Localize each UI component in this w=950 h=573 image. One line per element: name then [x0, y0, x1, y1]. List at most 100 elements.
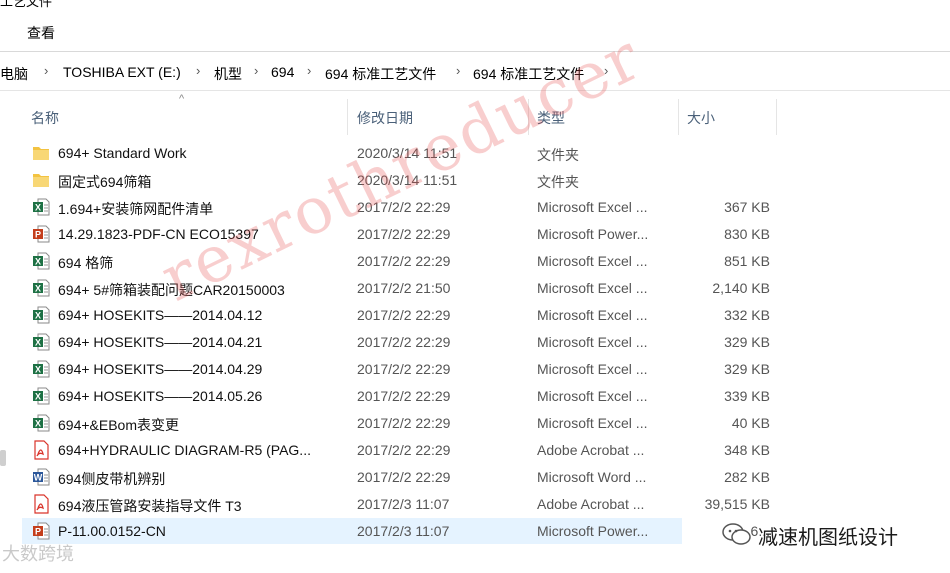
sort-ascending-icon: ^ [179, 93, 185, 105]
pdf-icon [32, 440, 50, 460]
file-row[interactable]: 固定式694筛箱 2020/3/14 11:51 文件夹 [22, 167, 950, 193]
chevron-right-icon[interactable]: › [254, 63, 258, 78]
file-size: 282 KB [724, 469, 770, 485]
file-type: Microsoft Excel ... [537, 307, 648, 323]
svg-text:P: P [35, 230, 41, 240]
file-row[interactable]: X 1.694+安装筛网配件清单 2017/2/2 22:29 Microsoft E… [22, 194, 950, 220]
file-row[interactable]: W 694侧皮带机辨别 2017/2/2 22:29 Microsoft Word .… [22, 464, 950, 490]
svg-text:X: X [35, 311, 41, 321]
excel-icon: X [32, 413, 50, 433]
folder-icon [32, 170, 50, 190]
file-row[interactable]: 694液压管路安装指导文件 T3 2017/2/3 11:07 Adobe Acro… [22, 491, 950, 517]
file-type: Microsoft Word ... [537, 469, 647, 485]
svg-text:X: X [35, 365, 41, 375]
file-row[interactable]: X 694+&EBom表变更 2017/2/2 22:29 Microsoft Exc… [22, 410, 950, 436]
excel-icon: X [32, 359, 50, 379]
file-row[interactable]: X 694+ HOSEKITS——2014.04.21 2017/2/2 22:29… [22, 329, 950, 355]
file-name: 694侧皮带机辨别 [58, 471, 166, 487]
address-bar[interactable]: 此电脑 › TOSHIBA EXT (E:) › 机型 › 694 › 694 … [0, 57, 950, 89]
file-name: 694+HYDRAULIC DIAGRAM-R5 (PAG... [58, 442, 311, 458]
excel-icon: X [32, 251, 50, 271]
wechat-icon [722, 523, 751, 545]
svg-text:X: X [35, 338, 41, 348]
file-size: 40 KB [731, 415, 770, 431]
excel-icon: X [32, 332, 50, 352]
svg-text:X: X [35, 284, 41, 294]
breadcrumb-drive[interactable]: TOSHIBA EXT (E:) [63, 64, 181, 80]
pdf-icon [32, 494, 50, 514]
file-size: 851 KB [724, 253, 770, 269]
column-size[interactable]: 大小 [687, 108, 715, 128]
svg-text:P: P [35, 527, 41, 537]
excel-icon: X [32, 197, 50, 217]
file-row[interactable]: P P-11.00.0152-CN 2017/2/3 11:07 Microsoft … [22, 518, 770, 544]
ribbon-divider [0, 51, 950, 52]
file-type: Microsoft Power... [537, 523, 649, 539]
column-name[interactable]: 名称 [31, 108, 59, 128]
file-row[interactable]: 694+HYDRAULIC DIAGRAM-R5 (PAG... 2017/2/2… [22, 437, 950, 463]
excel-icon: X [32, 305, 50, 325]
breadcrumb-this-pc[interactable]: 此电脑 [0, 64, 28, 84]
file-date: 2017/2/2 22:29 [357, 469, 451, 485]
window-header: 工艺文件 查看 [0, 0, 950, 52]
file-row[interactable]: X 694+ HOSEKITS——2014.04.12 2017/2/2 22:29… [22, 302, 950, 328]
file-size: 329 KB [724, 361, 770, 377]
file-date: 2017/2/2 22:29 [357, 442, 451, 458]
file-type: Microsoft Power... [537, 226, 649, 242]
powerpoint-icon: P [32, 224, 50, 244]
file-date: 2017/2/3 11:07 [357, 523, 450, 539]
file-name: 694+ HOSEKITS——2014.04.12 [58, 307, 263, 323]
file-name: 694+ HOSEKITS——2014.05.26 [58, 388, 263, 404]
file-type: Microsoft Excel ... [537, 415, 648, 431]
file-name: 694+ HOSEKITS——2014.04.29 [58, 361, 263, 377]
file-type: Adobe Acrobat ... [537, 496, 645, 512]
chevron-right-icon[interactable]: › [44, 63, 48, 78]
bottom-left-watermark: 大数跨境 [2, 544, 74, 564]
file-date: 2017/2/2 22:29 [357, 415, 451, 431]
column-divider[interactable] [678, 99, 679, 135]
chevron-right-icon[interactable]: › [456, 63, 460, 78]
file-name: 694+ Standard Work [58, 145, 187, 161]
file-size: 339 KB [724, 388, 770, 404]
svg-text:W: W [34, 473, 43, 483]
file-name: 694+ HOSEKITS——2014.04.21 [58, 334, 263, 350]
svg-text:X: X [35, 257, 41, 267]
file-size: 329 KB [724, 334, 770, 350]
file-date: 2017/2/3 11:07 [357, 496, 450, 512]
svg-text:X: X [35, 419, 41, 429]
file-size: 39,515 KB [704, 496, 770, 512]
file-type: Microsoft Excel ... [537, 253, 648, 269]
svg-text:X: X [35, 392, 41, 402]
file-type: Microsoft Excel ... [537, 280, 648, 296]
file-type: Microsoft Excel ... [537, 361, 648, 377]
column-divider[interactable] [776, 99, 777, 135]
file-type: 文件夹 [537, 174, 579, 190]
file-name: P-11.00.0152-CN [58, 523, 166, 539]
svg-text:X: X [35, 203, 41, 213]
file-row[interactable]: X 694+ HOSEKITS——2014.05.26 2017/2/2 22:29… [22, 383, 950, 409]
column-divider[interactable] [347, 99, 348, 135]
file-row[interactable]: X 694+ 5#筛箱装配问题CAR20150003 2017/2/2 21:50 M… [22, 275, 950, 301]
breadcrumb-standard-docs[interactable]: 694 标准工艺文件 [325, 64, 436, 84]
folder-icon [32, 143, 50, 163]
file-row[interactable]: X 694+ HOSEKITS——2014.04.29 2017/2/2 22:29… [22, 356, 950, 382]
file-date: 2017/2/2 21:50 [357, 280, 451, 296]
chevron-right-icon[interactable]: › [307, 63, 311, 78]
breadcrumb-694[interactable]: 694 [271, 64, 294, 80]
file-size: 2,140 KB [712, 280, 770, 296]
file-date: 2017/2/2 22:29 [357, 253, 451, 269]
bottom-right-watermark: 减速机图纸设计 [712, 517, 927, 551]
breadcrumb-model[interactable]: 机型 [214, 64, 242, 84]
ribbon-tab-view[interactable]: 查看 [27, 23, 55, 43]
file-date: 2017/2/2 22:29 [357, 334, 451, 350]
bottom-right-watermark-text: 减速机图纸设计 [758, 527, 898, 549]
file-type: Microsoft Excel ... [537, 388, 648, 404]
chevron-right-icon[interactable]: › [196, 63, 200, 78]
file-name: 694液压管路安装指导文件 T3 [58, 498, 242, 514]
file-size: 367 KB [724, 199, 770, 215]
file-date: 2017/2/2 22:29 [357, 361, 451, 377]
file-type: 文件夹 [537, 147, 579, 163]
file-name: 694+&EBom表变更 [58, 417, 179, 433]
file-date: 2017/2/2 22:29 [357, 307, 451, 323]
powerpoint-icon: P [32, 521, 50, 541]
